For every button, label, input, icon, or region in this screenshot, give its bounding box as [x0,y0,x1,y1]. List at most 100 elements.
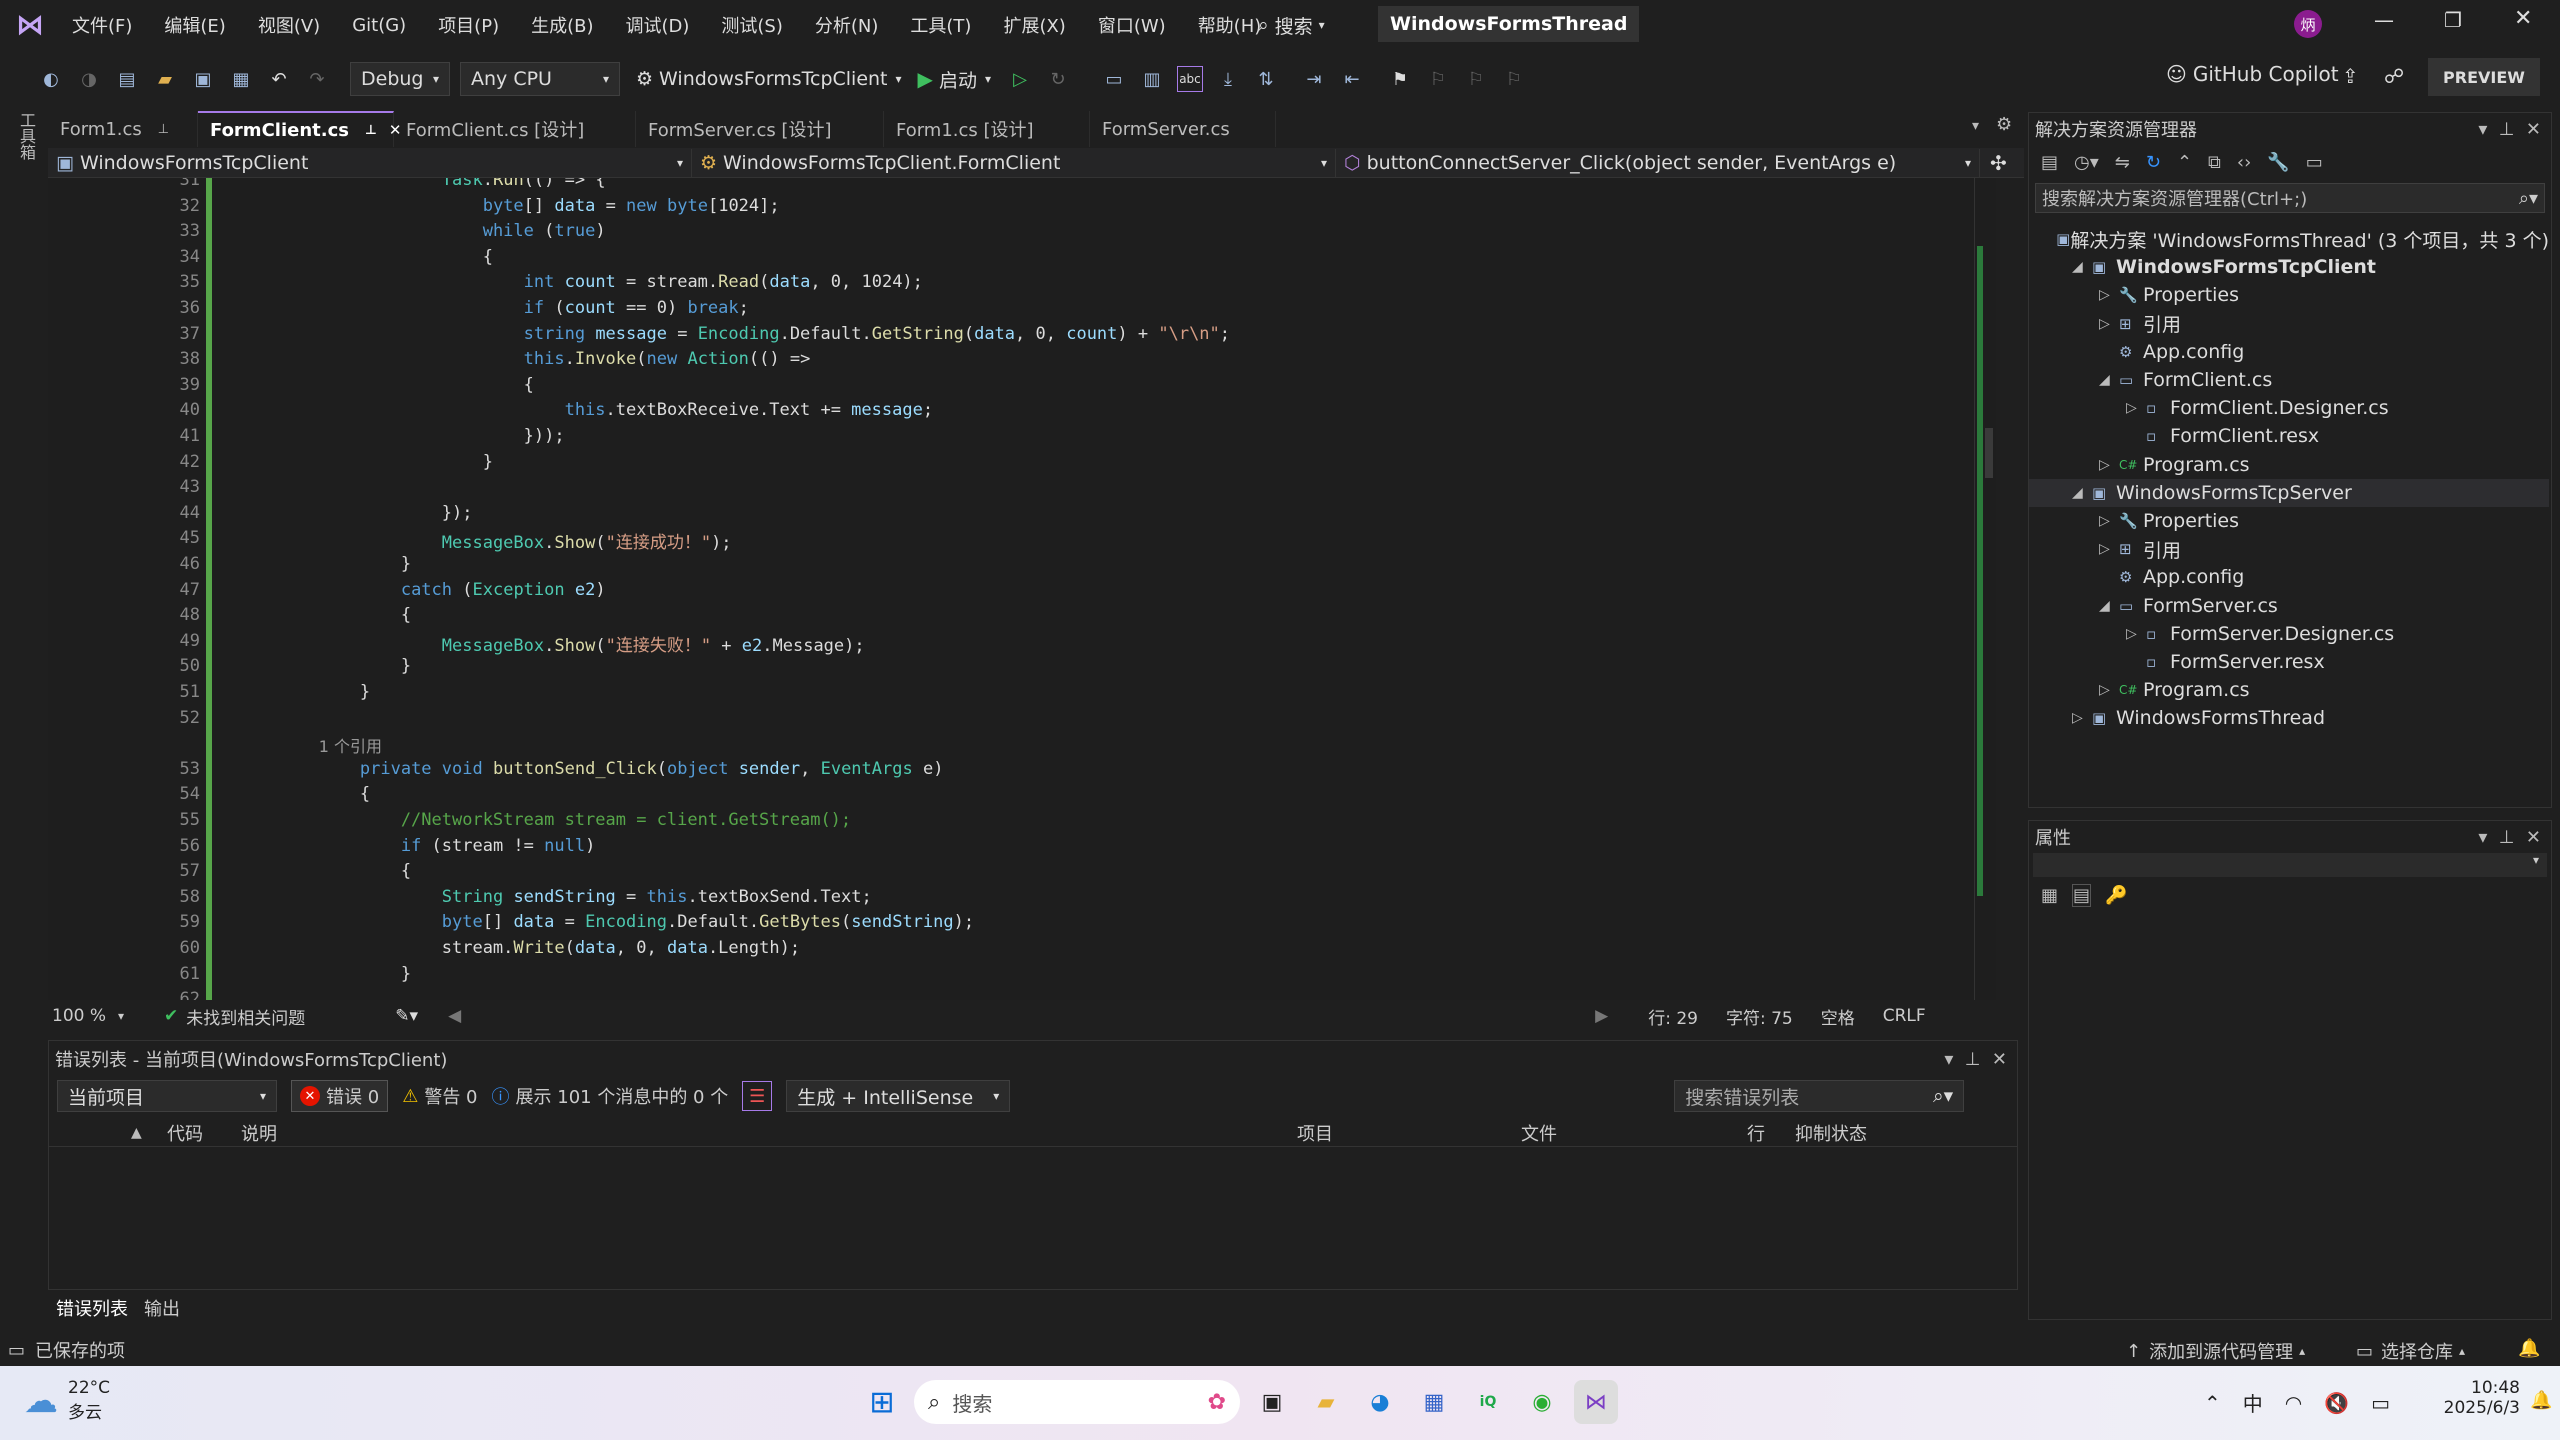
code-line[interactable]: MessageBox.Show("连接失败！" + e2.Message); [278,631,865,656]
panel-controls[interactable]: ▾ ⊥ ✕ [1944,1049,2007,1070]
menu-item[interactable]: 生成(B) [515,12,609,38]
code-line[interactable]: })); [278,426,565,446]
col-file[interactable]: 文件 [1521,1120,1557,1146]
col-project[interactable]: 项目 [1297,1120,1333,1146]
col-code[interactable]: 代码 [167,1120,203,1146]
feedback-icon[interactable]: ☍ [2384,64,2404,88]
tab-list-chevron-icon[interactable]: ▾ [1972,118,1979,134]
tree-item[interactable]: ▷ ▣ WindowsFormsThread [2029,704,2549,732]
hot-reload-icon[interactable]: ↻ [1045,66,1071,92]
scroll-left-icon[interactable]: ◀ [448,1006,461,1026]
expand-chevron-icon[interactable]: ▷ [2072,710,2092,726]
tree-item[interactable]: ⚙ App.config [2029,338,2549,366]
menu-item[interactable]: 视图(V) [242,12,336,38]
cleanup-icon[interactable]: ✎▾ [395,1006,418,1026]
expand-chevron-icon[interactable]: ▷ [2099,513,2119,529]
tray-overflow-icon[interactable]: ⌃ [2204,1391,2221,1415]
tab-document[interactable]: Form1.cs ⊥ [48,111,198,147]
tab-document[interactable]: FormServer.cs [设计] [636,111,884,147]
split-icon[interactable]: ⇅ [1253,66,1279,92]
menu-item[interactable]: 项目(P) [422,12,515,38]
startup-project-select[interactable]: ⚙ WindowsFormsTcpClient ▾ [636,68,902,90]
browse-icon[interactable]: ▭ [1101,66,1127,92]
tree-item[interactable]: ▷ ▫ FormServer.Designer.cs [2029,620,2549,648]
outdent-icon[interactable]: ⇤ [1339,66,1365,92]
bookmark-icon[interactable]: ⚑ [1387,66,1413,92]
categorized-icon[interactable]: ▦ [2041,885,2058,906]
tab-document[interactable]: FormServer.cs [1090,111,1276,147]
code-line[interactable]: this.Invoke(new Action(() => [278,349,811,369]
scroll-right-icon[interactable]: ▶ [1595,1006,1608,1026]
layout-icon[interactable]: ▥ [1139,66,1165,92]
tab-document[interactable]: FormClient.cs ⊥ ✕ [198,111,401,147]
code-line[interactable]: } [278,964,411,984]
pin-icon[interactable]: ⊥ [158,122,169,137]
build-filter-select[interactable]: 生成 + IntelliSense ▾ [786,1080,1011,1112]
expand-chevron-icon[interactable]: ▷ [2126,400,2146,416]
class-nav-select[interactable]: ⚙ WindowsFormsTcpClient.FormClient ▾ [692,148,1336,177]
save-icon[interactable]: ▣ [190,66,216,92]
panel-controls[interactable]: ▾ ⊥ ✕ [2478,119,2541,140]
code-line[interactable]: { [278,247,493,267]
tab-error-list[interactable]: 错误列表 [48,1295,136,1321]
code-line[interactable]: { [278,375,534,395]
code-icon[interactable]: ‹› [2237,152,2251,173]
tree-item[interactable]: ◢ ▭ FormClient.cs [2029,366,2549,394]
zoom-level[interactable]: 100 % [48,1006,118,1026]
split-editor-icon[interactable]: ✣ [1990,151,2007,175]
copilot-button[interactable]: ☺ GitHub Copilot [2166,62,2339,86]
clear-bookmark-icon[interactable]: ⚐ [1501,66,1527,92]
menu-item[interactable]: 工具(T) [894,12,987,38]
tab-document[interactable]: FormClient.cs [设计] [394,111,636,147]
vs-logo-icon[interactable]: ⋈ [16,8,48,41]
messages-filter[interactable]: ⓘ 展示 101 个消息中的 0 个 [492,1083,729,1109]
close-button[interactable]: ✕ [2514,6,2532,31]
forward-icon[interactable]: ◑ [76,66,102,92]
tree-item[interactable]: ◢ ▣ WindowsFormsTcpClient [2029,253,2549,281]
expand-chevron-icon[interactable]: ▷ [2099,287,2119,303]
code-line[interactable]: private void buttonSend_Click(object sen… [278,759,944,779]
share-icon[interactable]: ⇪ [2342,64,2359,88]
tree-item[interactable]: ◢ ▭ FormServer.cs [2029,592,2549,620]
sort-icon[interactable]: ▲ [131,1125,142,1141]
weather-widget[interactable]: ☁ 22°C 多云 [24,1378,110,1423]
step-icon[interactable]: ⤓ [1215,66,1241,92]
issues-status[interactable]: 未找到相关问题 [186,1004,305,1029]
line-indicator[interactable]: 行: 29 [1648,1004,1698,1029]
menu-item[interactable]: Git(G) [336,15,422,36]
menu-item[interactable]: 扩展(X) [987,12,1081,38]
indent-indicator[interactable]: 空格 [1821,1004,1855,1029]
avatar[interactable]: 炳 [2294,10,2322,38]
edge-icon[interactable]: ◕ [1358,1380,1402,1424]
tab-output[interactable]: 输出 [136,1295,188,1321]
tree-item[interactable]: ▷ C# Program.cs [2029,676,2549,704]
restore-button[interactable]: ❐ [2444,8,2462,32]
tree-item[interactable]: ▷ ⊞ 引用 [2029,310,2549,338]
tree-item[interactable]: ▷ ▫ FormClient.Designer.cs [2029,394,2549,422]
preview-icon[interactable]: ▭ [2306,152,2323,173]
tree-item[interactable]: ▫ FormClient.resx [2029,422,2549,450]
project-nav-select[interactable]: ▣ WindowsFormsTcpClient ▾ [48,148,692,177]
code-line[interactable]: } [278,656,411,676]
tree-item[interactable]: ▷ 🔧 Properties [2029,281,2549,309]
select-repo[interactable]: ▭ 选择仓库 ▴ [2356,1338,2465,1364]
error-search-input[interactable]: 搜索错误列表 ⌕▾ [1674,1080,1965,1112]
char-indicator[interactable]: 字符: 75 [1726,1004,1793,1029]
file-explorer-icon[interactable]: ▰ [1304,1380,1348,1424]
solution-search-input[interactable]: 搜索解决方案资源管理器(Ctrl+;) ⌕▾ [2035,183,2545,213]
notification-bell-icon[interactable]: 🔔 [2530,1390,2552,1411]
code-line[interactable]: if (stream != null) [278,836,596,856]
code-line[interactable]: { [278,784,370,804]
col-description[interactable]: 说明 [241,1120,277,1146]
new-project-icon[interactable]: ▤ [114,66,140,92]
code-line[interactable]: String sendString = this.textBoxSend.Tex… [278,887,872,907]
code-line[interactable]: if (count == 0) break; [278,298,749,318]
object-select[interactable]: ▾ [2033,853,2547,877]
tree-item[interactable]: ⚙ App.config [2029,563,2549,591]
spell-icon[interactable]: abc [1176,66,1203,92]
wechat-icon[interactable]: ◉ [1520,1380,1564,1424]
tree-item[interactable]: ▷ 🔧 Properties [2029,507,2549,535]
code-line[interactable]: { [278,605,411,625]
preview-badge[interactable]: PREVIEW [2428,58,2540,96]
next-bookmark-icon[interactable]: ⚐ [1463,66,1489,92]
